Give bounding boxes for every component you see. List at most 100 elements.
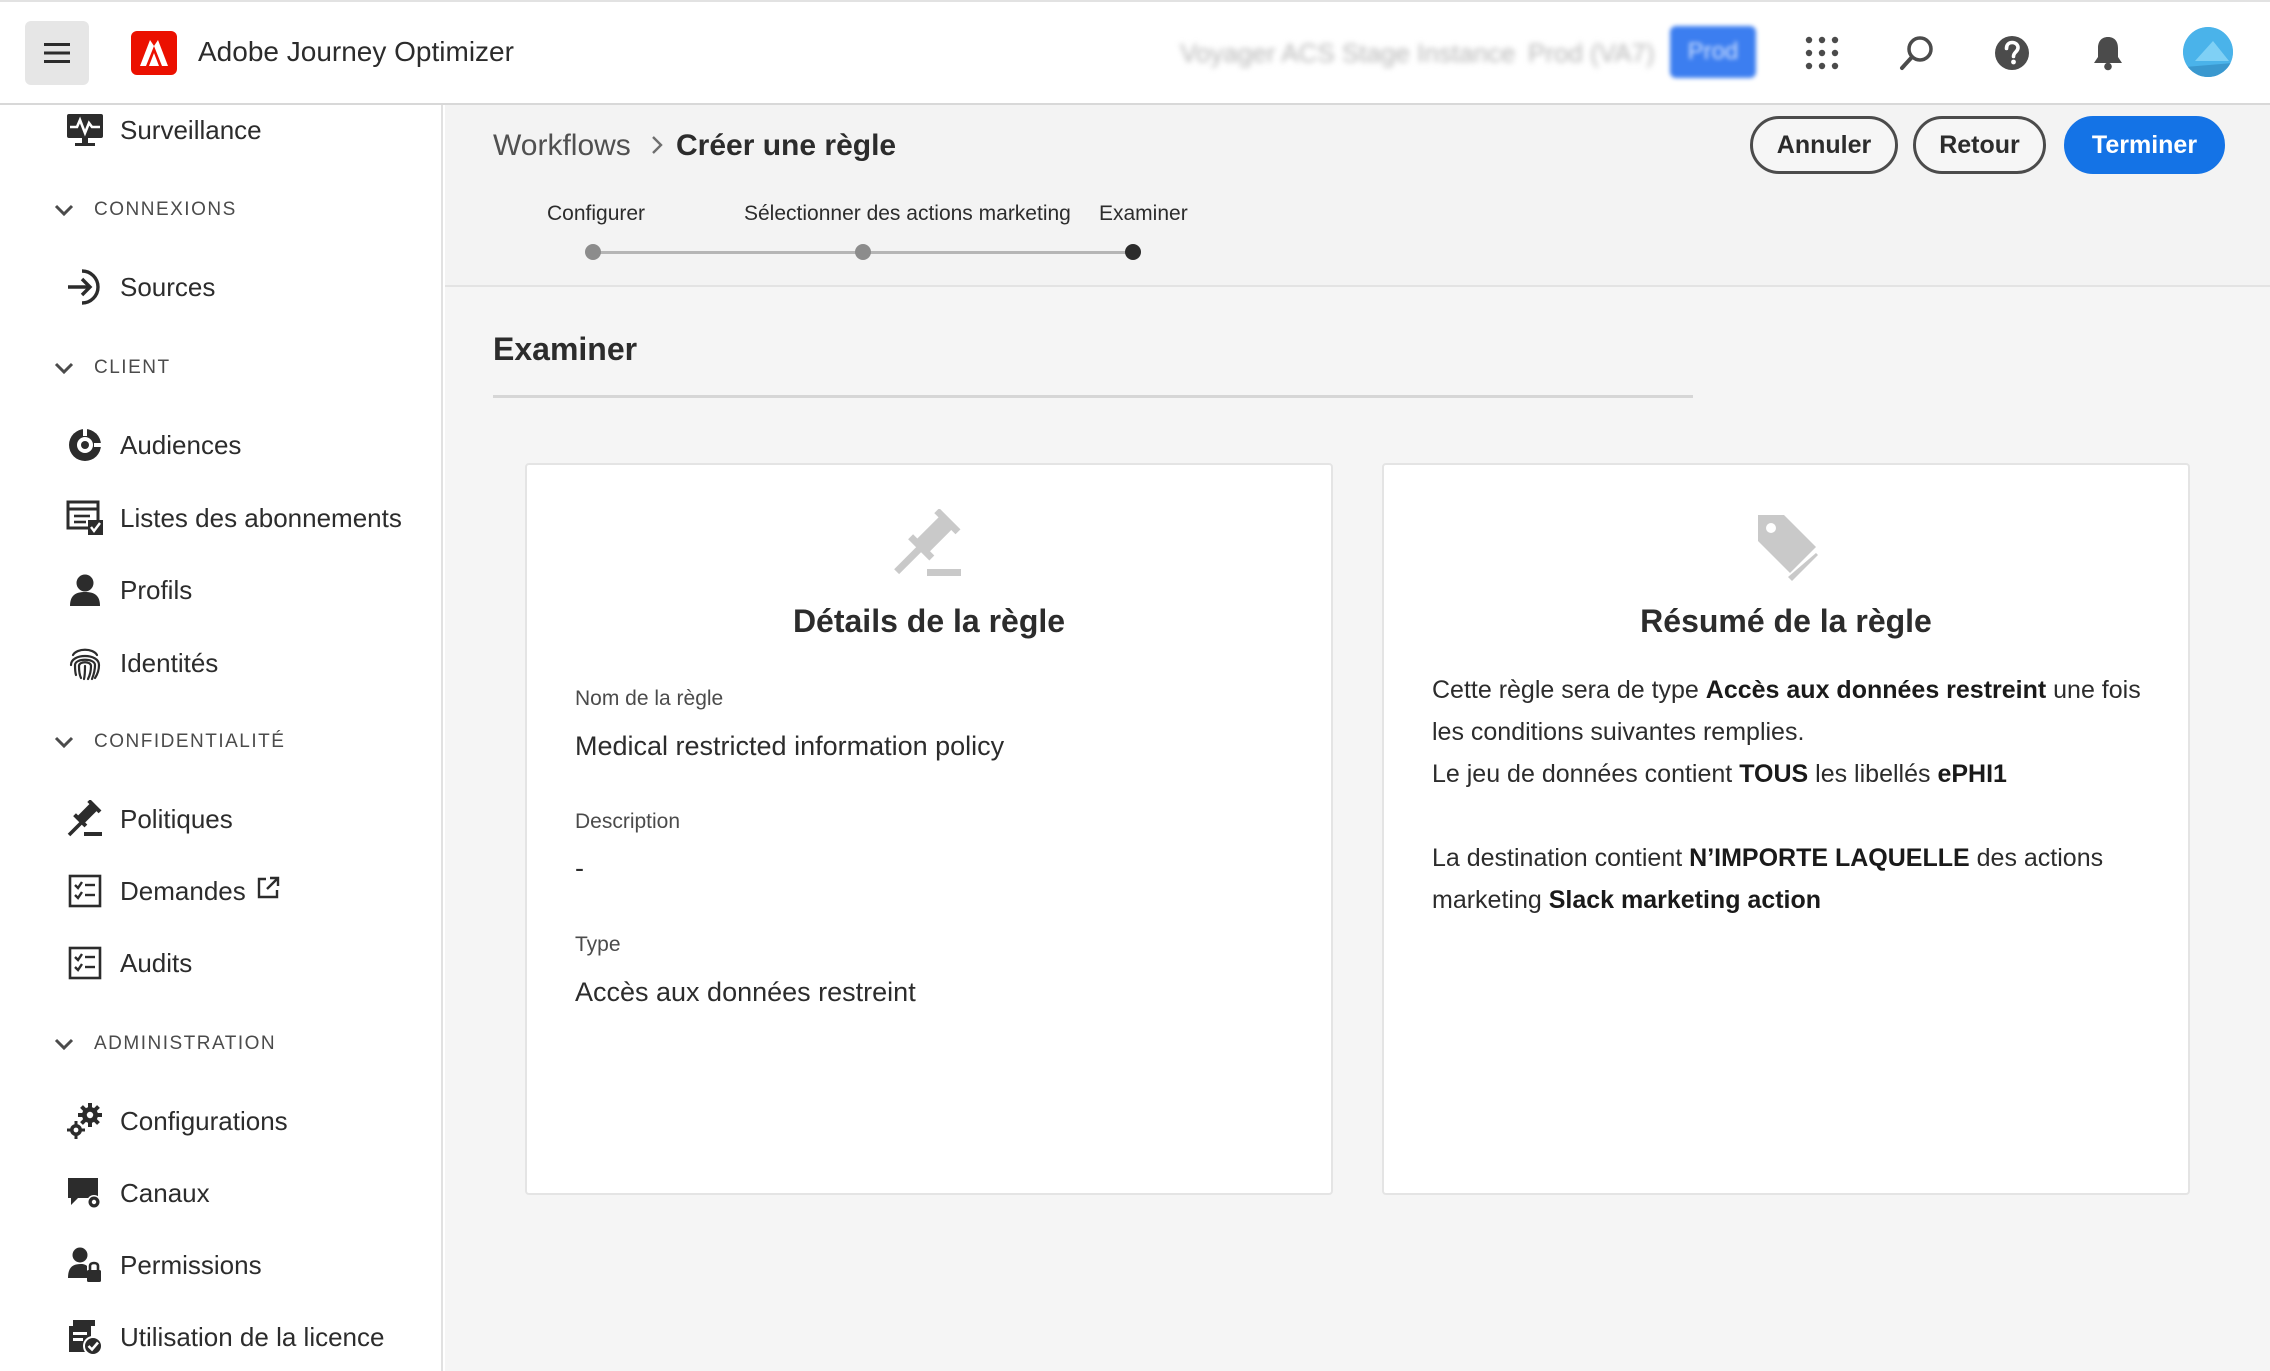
sidebar-item-listes-abonnements[interactable]: Listes des abonnements [66, 493, 402, 543]
user-lock-icon [66, 1246, 104, 1284]
review-title: Examiner [493, 331, 638, 367]
step-label-examiner: Examiner [1099, 202, 1188, 225]
cancel-button[interactable]: Annuler [1750, 116, 1898, 174]
menu-icon [44, 43, 70, 63]
sidebar-item-label: Identités [120, 647, 219, 678]
summary-text: Cette règle sera de type [1432, 676, 1706, 704]
breadcrumb-workflows[interactable]: Workflows [493, 129, 631, 163]
sidebar-item-label: Audits [120, 947, 193, 978]
finish-button[interactable]: Terminer [2064, 116, 2225, 174]
checklist-icon [66, 944, 104, 982]
sidebar-item-label: Demandes [120, 875, 246, 906]
hamburger-menu-button[interactable] [25, 21, 89, 85]
rule-summary-title: Résumé de la règle [1640, 603, 1932, 639]
gavel-icon [894, 509, 961, 576]
summary-operator-any: N’IMPORTE LAQUELLE [1689, 844, 1970, 872]
summary-text: les libellés [1808, 760, 1938, 788]
chevron-down-icon [54, 1038, 74, 1051]
sidebar: Surveillance CONNEXIONS Sources CLIENT A… [0, 105, 443, 1371]
sidebar-item-utilisation-licence[interactable]: Utilisation de la licence [66, 1312, 384, 1362]
rule-name-value: Medical restricted information policy [575, 731, 1005, 761]
section-administration[interactable]: ADMINISTRATION [52, 1026, 276, 1062]
sidebar-item-audits[interactable]: Audits [66, 938, 192, 988]
fingerprint-icon [66, 644, 104, 682]
chevron-right-icon [652, 136, 663, 154]
tag-icon [1758, 515, 1818, 581]
apps-grid-icon [1805, 36, 1839, 70]
sidebar-item-politiques[interactable]: Politiques [66, 794, 233, 844]
sidebar-item-label: Utilisation de la licence [120, 1321, 385, 1352]
bell-icon [2094, 37, 2122, 71]
env-badge[interactable]: Prod [1670, 26, 1756, 78]
section-label: CONNEXIONS [94, 199, 237, 220]
workflow-header: Workflows Créer une règle Annuler Retour… [445, 105, 2270, 287]
step-dot-examiner[interactable] [1125, 244, 1141, 260]
summary-label-ephi1: ePHI1 [1937, 760, 2007, 788]
rule-summary-card: Résumé de la règle Cette règle sera de t… [1382, 463, 2190, 1195]
summary-text: Le jeu de données contient [1432, 760, 1740, 788]
summary-rule-type: Accès aux données restreint [1705, 676, 2047, 704]
type-value: Accès aux données restreint [575, 977, 916, 1007]
sidebar-item-permissions[interactable]: Permissions [66, 1240, 262, 1290]
sidebar-item-identites[interactable]: Identités [66, 638, 218, 688]
chevron-down-icon [54, 204, 74, 217]
adobe-logo[interactable] [131, 31, 177, 75]
sidebar-item-profils[interactable]: Profils [66, 565, 192, 615]
audiences-icon [66, 426, 104, 464]
sidebar-item-label: Audiences [120, 429, 242, 460]
sidebar-item-sources[interactable]: Sources [66, 262, 215, 312]
sidebar-item-demandes[interactable]: Demandes [66, 866, 280, 916]
user-avatar[interactable] [2183, 27, 2233, 77]
step-dot-configurer[interactable] [585, 244, 601, 260]
notifications-button[interactable] [2083, 28, 2133, 78]
main-content: Workflows Créer une règle Annuler Retour… [445, 105, 2270, 1371]
top-bar: Adobe Journey Optimizer Voyager ACS Stag… [0, 0, 2270, 105]
divider [493, 395, 1693, 398]
step-track [863, 251, 1133, 254]
section-label: ADMINISTRATION [94, 1033, 277, 1054]
gavel-icon [66, 800, 104, 838]
chevron-down-icon [54, 362, 74, 375]
summary-paragraph-type: Cette règle sera de type Accès aux donné… [1432, 669, 2152, 753]
section-client[interactable]: CLIENT [52, 350, 171, 386]
step-track [593, 251, 863, 254]
description-value: - [575, 853, 584, 883]
sidebar-item-label: Politiques [120, 803, 233, 834]
external-link-icon [257, 876, 279, 899]
sidebar-item-canaux[interactable]: Canaux [66, 1168, 210, 1218]
step-label-selectionner: Sélectionner des actions marketing [744, 202, 1071, 225]
gears-icon [66, 1102, 104, 1140]
help-button[interactable] [1987, 28, 2037, 78]
rule-details-card: Détails de la règle Nom de la règle Medi… [525, 463, 1333, 1195]
step-dot-selectionner[interactable] [855, 244, 871, 260]
section-label: CONFIDENTIALITÉ [94, 731, 286, 752]
sidebar-item-label: Canaux [120, 1177, 210, 1208]
search-button[interactable] [1892, 28, 1942, 78]
apps-grid-button[interactable] [1797, 28, 1847, 78]
back-button[interactable]: Retour [1913, 116, 2046, 174]
section-confidentialite[interactable]: CONFIDENTIALITÉ [52, 724, 285, 760]
sidebar-item-surveillance[interactable]: Surveillance [66, 105, 262, 155]
sidebar-item-audiences[interactable]: Audiences [66, 420, 241, 470]
summary-operator-all: TOUS [1739, 760, 1809, 788]
sources-icon [66, 268, 104, 306]
section-connexions[interactable]: CONNEXIONS [52, 192, 237, 228]
license-usage-icon [66, 1318, 104, 1356]
summary-paragraph-dataset: Le jeu de données contient TOUS les libe… [1432, 753, 2152, 795]
rule-name-label: Nom de la règle [575, 687, 724, 710]
sidebar-item-label: Permissions [120, 1249, 262, 1280]
sidebar-item-label: Profils [120, 574, 193, 605]
avatar-image [2183, 27, 2233, 77]
summary-text: La destination contient [1432, 844, 1690, 872]
sandbox-env[interactable]: Prod (VA7) [1528, 38, 1655, 69]
sidebar-item-configurations[interactable]: Configurations [66, 1096, 288, 1146]
step-label-configurer: Configurer [547, 202, 646, 225]
subscription-lists-icon [66, 499, 104, 537]
app-title: Adobe Journey Optimizer [198, 36, 514, 67]
section-label: CLIENT [94, 357, 171, 378]
sandbox-name[interactable]: Voyager ACS Stage Instance [1180, 38, 1515, 69]
chevron-down-icon [54, 736, 74, 749]
summary-paragraph-destination: La destination contient N’IMPORTE LAQUEL… [1432, 837, 2152, 921]
help-icon [1995, 36, 2029, 70]
page-title: Créer une règle [676, 129, 897, 162]
